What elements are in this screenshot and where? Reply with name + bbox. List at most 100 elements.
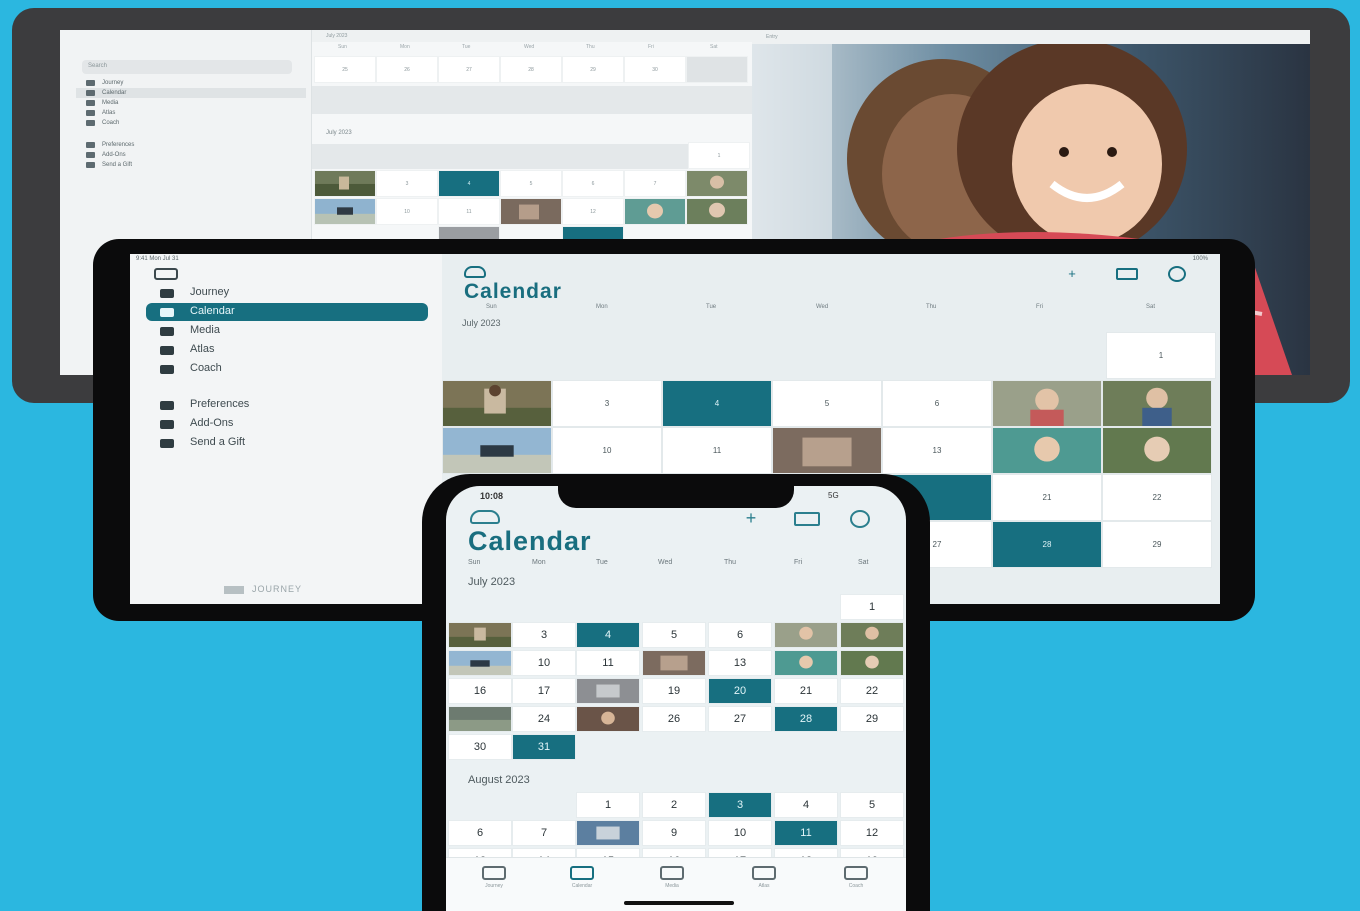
laptop-sidebar-item-journey[interactable]: Journey	[76, 78, 306, 88]
day-cell[interactable]: 17	[512, 678, 576, 704]
tab-journey[interactable]: Journey	[458, 866, 530, 892]
add-button[interactable]: +	[738, 508, 764, 528]
day-cell[interactable]: 3	[512, 622, 576, 648]
day-cell[interactable]: 6	[882, 380, 992, 427]
day-cell-selected[interactable]: 20	[708, 678, 772, 704]
laptop-sidebar-item-atlas[interactable]: Atlas	[76, 108, 306, 118]
view-toggle-icon[interactable]	[794, 512, 820, 526]
photo-day-cell[interactable]	[500, 198, 562, 225]
photo-day-cell[interactable]	[442, 380, 552, 427]
day-cell[interactable]: 3	[552, 380, 662, 427]
day-cell[interactable]: 30	[624, 56, 686, 83]
day-cell[interactable]: 10	[552, 427, 662, 474]
sidebar-item-gift[interactable]: Send a Gift	[146, 434, 428, 452]
laptop-sidebar-item-addons[interactable]: Add-Ons	[76, 150, 306, 160]
settings-icon[interactable]	[1168, 266, 1186, 282]
laptop-sidebar-item-calendar[interactable]: Calendar	[76, 88, 306, 98]
day-cell[interactable]: 28	[500, 56, 562, 83]
sidebar-item-preferences[interactable]: Preferences	[146, 396, 428, 414]
cloud-icon[interactable]	[464, 266, 486, 278]
day-cell[interactable]: 22	[1102, 474, 1212, 521]
photo-day-cell[interactable]	[642, 650, 706, 676]
sidebar-item-atlas[interactable]: Atlas	[146, 341, 428, 359]
day-cell[interactable]: 22	[840, 678, 904, 704]
day-cell[interactable]: 4	[774, 792, 838, 818]
day-cell[interactable]: 21	[774, 678, 838, 704]
day-cell[interactable]: 1	[840, 594, 904, 620]
day-cell[interactable]: 26	[642, 706, 706, 732]
day-cell[interactable]: 11	[662, 427, 772, 474]
day-cell[interactable]: 5	[500, 170, 562, 197]
day-cell-selected[interactable]: 4	[662, 380, 772, 427]
day-cell[interactable]: 12	[840, 820, 904, 846]
sidebar-item-journey[interactable]: Journey	[146, 284, 428, 302]
photo-day-cell[interactable]	[774, 650, 838, 676]
add-button[interactable]: +	[1062, 266, 1082, 281]
day-cell[interactable]: 3	[376, 170, 438, 197]
photo-day-cell[interactable]	[840, 650, 904, 676]
day-cell[interactable]: 6	[448, 820, 512, 846]
view-toggle-icon[interactable]	[1116, 268, 1138, 280]
photo-day-cell[interactable]	[314, 170, 376, 197]
day-cell[interactable]: 1	[576, 792, 640, 818]
photo-day-cell[interactable]	[576, 706, 640, 732]
photo-day-cell[interactable]	[448, 622, 512, 648]
day-cell[interactable]: 10	[376, 198, 438, 225]
day-cell-selected[interactable]: 4	[576, 622, 640, 648]
day-cell[interactable]: 29	[1102, 521, 1212, 568]
sidebar-item-coach[interactable]: Coach	[146, 360, 428, 378]
photo-day-cell[interactable]	[686, 198, 748, 225]
photo-day-cell[interactable]	[992, 427, 1102, 474]
tab-coach[interactable]: Coach	[820, 866, 892, 892]
photo-day-cell[interactable]	[448, 650, 512, 676]
day-cell[interactable]: 1	[1106, 332, 1216, 379]
day-cell[interactable]: 9	[642, 820, 706, 846]
photo-day-cell[interactable]	[992, 380, 1102, 427]
day-cell[interactable]: 29	[840, 706, 904, 732]
laptop-sidebar-item-media[interactable]: Media	[76, 98, 306, 108]
photo-day-cell[interactable]	[840, 622, 904, 648]
photo-day-cell[interactable]	[686, 170, 748, 197]
day-cell[interactable]: 16	[448, 678, 512, 704]
sidebar-item-calendar[interactable]: Calendar	[146, 303, 428, 321]
day-cell[interactable]: 30	[448, 734, 512, 760]
day-cell[interactable]: 10	[708, 820, 772, 846]
day-cell-selected[interactable]: 3	[708, 792, 772, 818]
day-cell[interactable]: 27	[708, 706, 772, 732]
tab-calendar[interactable]: Calendar	[546, 866, 618, 892]
photo-day-cell[interactable]	[576, 678, 640, 704]
search-input[interactable]: Search	[82, 60, 292, 74]
photo-day-cell[interactable]	[442, 427, 552, 474]
day-cell[interactable]: 11	[438, 198, 500, 225]
day-cell[interactable]: 13	[708, 650, 772, 676]
day-cell[interactable]: 10	[512, 650, 576, 676]
day-cell[interactable]: 29	[562, 56, 624, 83]
settings-icon[interactable]	[850, 510, 870, 528]
day-cell[interactable]: 1	[688, 142, 750, 169]
photo-day-cell[interactable]	[772, 427, 882, 474]
day-cell[interactable]: 27	[438, 56, 500, 83]
day-cell[interactable]: 21	[992, 474, 1102, 521]
day-cell[interactable]: 19	[642, 678, 706, 704]
day-cell[interactable]: 12	[562, 198, 624, 225]
laptop-sidebar-item-preferences[interactable]: Preferences	[76, 140, 306, 150]
day-cell-selected[interactable]: 31	[512, 734, 576, 760]
sidebar-item-media[interactable]: Media	[146, 322, 428, 340]
day-cell[interactable]: 11	[576, 650, 640, 676]
laptop-sidebar-item-coach[interactable]: Coach	[76, 118, 306, 128]
day-cell[interactable]: 6	[708, 622, 772, 648]
day-cell[interactable]: 7	[512, 820, 576, 846]
day-cell[interactable]: 13	[882, 427, 992, 474]
day-cell-selected[interactable]: 11	[774, 820, 838, 846]
day-cell-selected[interactable]: 28	[774, 706, 838, 732]
tab-atlas[interactable]: Atlas	[728, 866, 800, 892]
photo-day-cell[interactable]	[1102, 427, 1212, 474]
day-cell[interactable]: 6	[562, 170, 624, 197]
day-cell[interactable]: 2	[642, 792, 706, 818]
photo-day-cell[interactable]	[448, 706, 512, 732]
photo-day-cell[interactable]	[624, 198, 686, 225]
cloud-icon[interactable]	[470, 510, 500, 524]
photo-day-cell[interactable]	[314, 198, 376, 225]
photo-day-cell[interactable]	[774, 622, 838, 648]
laptop-sidebar-item-gift[interactable]: Send a Gift	[76, 160, 306, 170]
